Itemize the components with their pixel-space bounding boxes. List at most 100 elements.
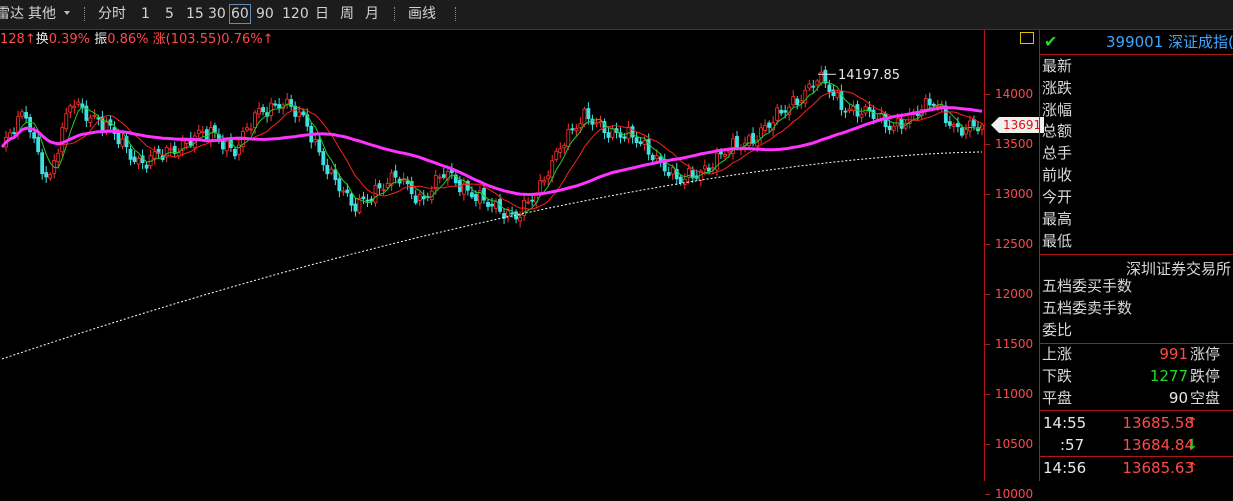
quote-panel: ✔ 399001 深证成指( 最新 涨跌 涨幅 总额 总手 前收 今开 最高 最… (1039, 30, 1233, 481)
radar-button[interactable]: 雷达 (0, 5, 24, 23)
candle (650, 154, 655, 161)
candle (88, 117, 93, 123)
period-1min[interactable]: 1 (141, 5, 150, 23)
candle (200, 131, 205, 134)
candle (702, 165, 707, 170)
window-toggle-icon[interactable] (1020, 32, 1034, 44)
candle (682, 178, 687, 185)
candle (269, 102, 274, 116)
candle (405, 180, 410, 185)
candle (723, 154, 727, 157)
candle (960, 127, 964, 136)
candle (32, 132, 37, 139)
candle (60, 126, 65, 153)
y-tick-label: 14000 (995, 87, 1034, 101)
candle (815, 80, 820, 86)
period-intraday[interactable]: 分时 (98, 5, 126, 23)
period-5min[interactable]: 5 (165, 5, 174, 23)
candle (196, 129, 201, 135)
candle (710, 167, 715, 170)
peak-label: 14197.85 (838, 68, 900, 83)
label-latest: 最新 (1042, 57, 1073, 75)
other-menu-button[interactable]: 其他 (28, 5, 56, 23)
candle (12, 132, 16, 134)
candle (365, 199, 370, 202)
candle (554, 150, 559, 160)
amplitude-value: 0.86% (107, 32, 149, 47)
candle (273, 103, 278, 106)
period-day[interactable]: 日 (315, 5, 329, 23)
candle (891, 125, 896, 131)
y-tick-label: 10500 (995, 437, 1034, 451)
label-suspended: 空盘 (1190, 389, 1221, 407)
candle (44, 172, 49, 178)
candle (377, 183, 382, 189)
candle (490, 203, 494, 207)
candle (321, 151, 326, 166)
candlestick-chart[interactable]: 14197.85 (0, 50, 984, 481)
candle (642, 140, 647, 145)
candle (654, 155, 659, 160)
label-unchanged: 平盘 (1042, 389, 1073, 407)
period-30min[interactable]: 30 (208, 5, 226, 23)
candle (313, 139, 318, 143)
ma-line-white (1, 151, 982, 360)
candle (899, 118, 904, 129)
candle (574, 128, 579, 132)
candle (735, 135, 739, 148)
panel-divider (1040, 410, 1233, 411)
period-15min[interactable]: 15 (186, 5, 204, 23)
chevron-down-icon[interactable] (64, 11, 70, 15)
y-tick-mark (985, 394, 990, 395)
candle (546, 175, 551, 180)
candle (437, 176, 442, 179)
period-month[interactable]: 月 (365, 5, 379, 23)
candle (301, 111, 306, 116)
toolbar: 雷达 其他 分时 1 5 15 30 60 90 120 日 周 月 画线 (0, 0, 1233, 30)
ma-line-green (1, 80, 983, 217)
period-60min[interactable]: 60 (229, 4, 251, 24)
change-value: (103.55)0.76%↑ (165, 32, 274, 47)
candle (257, 108, 261, 115)
candle (727, 150, 731, 153)
y-tick-label: 11000 (995, 387, 1034, 401)
candle (136, 157, 141, 165)
candle (337, 178, 342, 192)
label-ask-volume: 五档委卖手数 (1042, 299, 1133, 317)
candle (68, 105, 73, 113)
y-tick-label: 12500 (995, 237, 1034, 251)
label-open: 今开 (1042, 188, 1073, 206)
candle (421, 196, 426, 200)
candle (441, 174, 446, 178)
panel-divider (1040, 254, 1233, 255)
candle (570, 128, 575, 131)
candle (951, 124, 956, 127)
y-tick-label: 10000 (995, 487, 1034, 501)
draw-line-button[interactable]: 画线 (408, 5, 436, 23)
tick-time: :57 (1060, 436, 1085, 454)
candle (40, 152, 45, 175)
candle (486, 202, 490, 207)
candle (72, 105, 77, 109)
candle (578, 123, 583, 129)
candle (747, 135, 751, 147)
candle (566, 129, 571, 147)
period-week[interactable]: 周 (340, 5, 354, 23)
label-bid-volume: 五档委买手数 (1042, 277, 1133, 295)
candle (947, 121, 952, 126)
candle (233, 148, 237, 157)
check-icon[interactable]: ✔ (1044, 31, 1057, 53)
period-120min[interactable]: 120 (282, 5, 309, 23)
candle (325, 164, 330, 175)
candle (128, 148, 133, 160)
candle (887, 125, 892, 131)
up-arrow-icon: ↑ (1186, 415, 1198, 431)
candle (297, 111, 302, 117)
candle (345, 189, 350, 194)
candle (835, 92, 840, 98)
candle (562, 145, 567, 149)
candle (811, 85, 816, 88)
toolbar-divider (455, 7, 457, 21)
candle (245, 127, 249, 131)
period-90min[interactable]: 90 (256, 5, 274, 23)
